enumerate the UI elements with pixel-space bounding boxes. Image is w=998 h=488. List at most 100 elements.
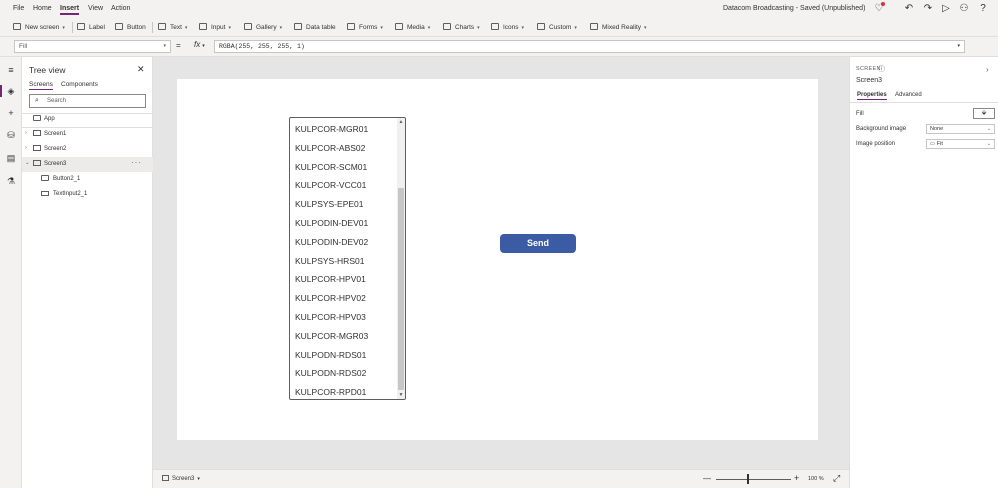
- icons-menu-button[interactable]: Icons ▾: [491, 23, 524, 31]
- tree-item-app[interactable]: App: [22, 112, 153, 127]
- list-item[interactable]: KULPCOR-VCC01: [295, 180, 366, 190]
- tree-item-button2-1[interactable]: Button2_1: [22, 172, 153, 187]
- tree-item-screen1[interactable]: › Screen1: [22, 127, 153, 142]
- input-menu-button[interactable]: Input ▾: [199, 23, 231, 31]
- screen-selector[interactable]: Screen3 ▾: [162, 475, 200, 482]
- menu-home[interactable]: Home: [33, 5, 52, 12]
- list-item[interactable]: KULPCOR-SCM01: [295, 162, 367, 172]
- background-image-dropdown[interactable]: None ⌄: [926, 124, 995, 134]
- expand-formula-icon[interactable]: ▾: [957, 43, 960, 49]
- insert-button-button[interactable]: Button: [115, 23, 146, 31]
- scroll-up-arrow-icon[interactable]: ▲: [397, 118, 405, 126]
- help-circle-icon[interactable]: ⓘ: [878, 64, 885, 74]
- tree-item-screen3[interactable]: ⌄ Screen3 ···: [22, 157, 153, 172]
- mixed-reality-menu-button[interactable]: Mixed Reality ▾: [590, 23, 647, 31]
- zoom-slider[interactable]: [716, 479, 791, 480]
- scroll-down-arrow-icon[interactable]: ▼: [397, 391, 405, 399]
- hamburger-icon[interactable]: ≡: [5, 64, 17, 76]
- list-item[interactable]: KULPSYS-HRS01: [295, 256, 364, 266]
- custom-menu-button[interactable]: Custom ▾: [537, 23, 577, 31]
- fx-label: fx: [194, 40, 201, 49]
- list-item[interactable]: KULPODN-RDS01: [295, 350, 366, 360]
- tree-view-icon[interactable]: ◈: [0, 85, 17, 97]
- tab-screens[interactable]: Screens: [29, 81, 53, 90]
- chevron-down-icon: ▾: [521, 25, 525, 31]
- text-label: Text: [170, 24, 182, 31]
- search-icon: ⌕: [35, 97, 39, 104]
- list-item[interactable]: KULPCOR-RPD01: [295, 387, 366, 397]
- undo-icon[interactable]: ↶: [903, 3, 915, 15]
- tree-item-textinput2-1[interactable]: TextInput2_1: [22, 187, 153, 202]
- image-position-value: Fit: [936, 141, 943, 147]
- send-button[interactable]: Send: [500, 234, 576, 253]
- fit-to-window-icon[interactable]: ⤢: [833, 473, 840, 484]
- list-item[interactable]: KULPSYS-EPE01: [295, 199, 364, 209]
- data-icon[interactable]: ⛁: [5, 129, 17, 141]
- gallery-menu-button[interactable]: Gallery ▾: [244, 23, 282, 31]
- new-screen-label: New screen: [25, 24, 60, 31]
- image-position-dropdown[interactable]: ▭ Fit ⌄: [926, 139, 995, 149]
- list-item[interactable]: KULPCOR-HPV02: [295, 293, 366, 303]
- list-item[interactable]: KULPCOR-HPV03: [295, 312, 366, 322]
- zoom-out-button[interactable]: —: [703, 474, 711, 483]
- chevron-right-icon[interactable]: ›: [25, 145, 27, 151]
- property-dropdown[interactable]: Fill ▾: [14, 40, 171, 53]
- more-options-icon[interactable]: ···: [131, 158, 142, 167]
- play-icon[interactable]: ▷: [940, 3, 952, 15]
- insert-plus-icon[interactable]: +: [5, 107, 17, 119]
- tree-view-panel: Tree view ✕ Screens Components ⌕ Search A…: [22, 57, 153, 488]
- formula-input[interactable]: RGBA(255, 255, 255, 1) ▾: [214, 40, 965, 53]
- custom-icon: [537, 23, 545, 30]
- close-icon[interactable]: ✕: [137, 64, 145, 75]
- zoom-slider-thumb[interactable]: [747, 474, 749, 484]
- fill-label: Fill: [856, 111, 864, 117]
- redo-icon[interactable]: ↷: [922, 3, 934, 15]
- media-icon[interactable]: ▤: [5, 152, 17, 164]
- forms-menu-button[interactable]: Forms ▾: [347, 23, 383, 31]
- charts-menu-button[interactable]: Charts ▾: [443, 23, 480, 31]
- fill-color-picker[interactable]: ⬙: [973, 108, 995, 119]
- menu-view[interactable]: View: [88, 5, 103, 12]
- list-item[interactable]: KULPODN-RDS02: [295, 368, 366, 378]
- collapse-panel-icon[interactable]: ›: [986, 65, 989, 74]
- chevron-right-icon[interactable]: ›: [25, 130, 27, 136]
- text-menu-button[interactable]: Text ▾: [158, 23, 187, 31]
- media-menu-button[interactable]: Media ▾: [395, 23, 430, 31]
- mixed-reality-icon: [590, 23, 598, 30]
- chevron-down-icon: ▾: [228, 25, 231, 31]
- help-icon[interactable]: ?: [977, 3, 989, 15]
- fx-button[interactable]: fx ▾: [194, 40, 205, 49]
- tab-advanced[interactable]: Advanced: [895, 92, 922, 98]
- list-item[interactable]: KULPCOR-MGR01: [295, 124, 368, 134]
- tab-properties[interactable]: Properties: [857, 92, 887, 100]
- forms-label: Forms: [359, 24, 378, 31]
- tree-search-input[interactable]: ⌕ Search: [29, 94, 146, 108]
- list-item[interactable]: KULPODIN-DEV01: [295, 218, 368, 228]
- scrollbar-thumb[interactable]: [398, 188, 404, 390]
- list-item[interactable]: KULPCOR-HPV01: [295, 274, 366, 284]
- tab-components[interactable]: Components: [61, 81, 98, 88]
- list-item[interactable]: KULPCOR-MGR03: [295, 331, 368, 341]
- data-table-button[interactable]: Data table: [294, 23, 336, 31]
- share-user-icon[interactable]: ⚇: [958, 3, 970, 15]
- menu-file[interactable]: File: [13, 5, 24, 12]
- tree-view-title: Tree view: [29, 65, 66, 75]
- app-screen-canvas[interactable]: KULPCOR-MGR01 KULPCOR-ABS02 KULPCOR-SCM01 K…: [177, 79, 818, 440]
- chevron-down-icon[interactable]: ⌄: [25, 160, 30, 166]
- menu-action[interactable]: Action: [111, 5, 130, 12]
- list-scrollbar[interactable]: ▲ ▼: [397, 118, 405, 399]
- advanced-tools-icon[interactable]: ⚗: [5, 175, 17, 187]
- chevron-down-icon: ▾: [427, 25, 431, 31]
- tree-item-screen2[interactable]: › Screen2: [22, 142, 153, 157]
- insert-label-button[interactable]: Label: [77, 23, 105, 31]
- formula-bar: Fill ▾ = fx ▾ RGBA(255, 255, 255, 1) ▾: [0, 37, 998, 57]
- ribbon-divider: [72, 22, 73, 33]
- status-bar: Screen3 ▾ — + 100 % ⤢: [153, 469, 849, 488]
- list-item[interactable]: KULPCOR-ABS02: [295, 143, 365, 153]
- zoom-in-button[interactable]: +: [794, 473, 799, 483]
- menu-insert[interactable]: Insert: [60, 5, 80, 15]
- list-item[interactable]: KULPODIN-DEV02: [295, 237, 368, 247]
- list-box[interactable]: KULPCOR-MGR01 KULPCOR-ABS02 KULPCOR-SCM01 K…: [289, 117, 406, 400]
- label-label: Label: [89, 24, 105, 31]
- new-screen-button[interactable]: New screen ▾: [13, 23, 65, 31]
